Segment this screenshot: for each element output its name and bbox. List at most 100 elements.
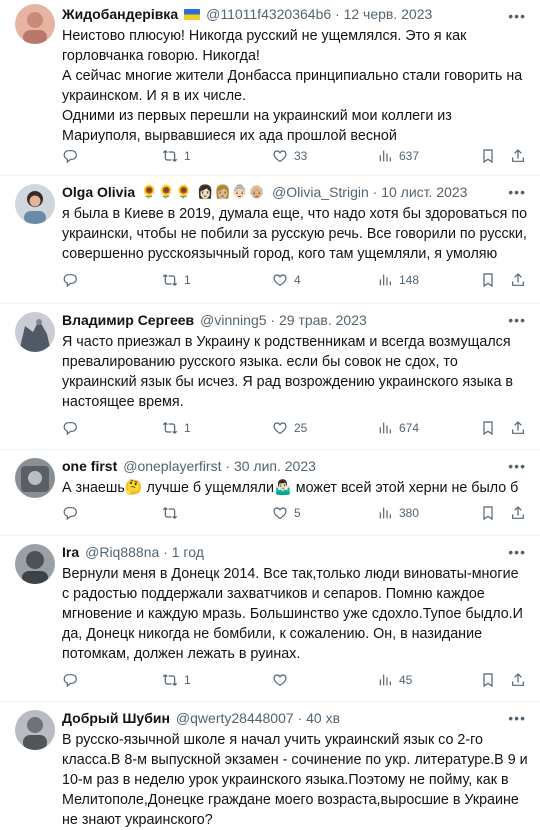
separator-dot: · [221,458,234,474]
share-button[interactable] [510,420,526,436]
views-icon [377,272,393,288]
tweet-text: В русско-язычной школе я начал учить укр… [62,732,528,828]
tweet[interactable]: one first @oneplayerfirst · 30 лип. 2023… [0,450,540,536]
reply-button[interactable] [62,272,84,288]
more-icon[interactable]: ••• [508,458,526,474]
tweet[interactable]: Ira @Riq888na · 1 год Вернули меня в Дон… [0,536,540,702]
like-button[interactable] [272,672,294,688]
views-count: 637 [399,149,420,163]
reply-icon [62,420,78,436]
author-name[interactable]: Olga Olivia [62,184,135,200]
like-button[interactable]: 33 [272,148,307,164]
bookmark-icon [480,272,496,288]
author-handle[interactable]: @11011f4320364b6 [206,6,331,22]
like-button[interactable]: 4 [272,272,301,288]
avatar[interactable] [15,458,55,498]
author-name[interactable]: Ira [62,544,79,560]
views-icon [377,672,393,688]
separator-dot: · [266,312,279,328]
author-name[interactable]: Владимир Сергеев [62,312,194,328]
tweet[interactable]: Добрый Шубин @qwerty28448007 · 40 хв В р… [0,702,540,828]
views-button[interactable]: 380 [377,505,419,521]
share-icon [510,505,526,521]
tweet-header: Olga Olivia 🌻🌻🌻 👩🏻👩🏼👵🏻👴🏼 @Olivia_Strigin… [62,182,528,202]
like-button[interactable]: 5 [272,505,301,521]
tweet-actions: 1 25 674 [62,417,530,439]
bookmark-button[interactable] [480,505,496,521]
bookmark-button[interactable] [480,420,496,436]
tweet-date[interactable]: 30 лип. 2023 [234,458,316,474]
author-name[interactable]: Жидобандерівка [62,6,178,22]
author-name[interactable]: one first [62,458,117,474]
views-count: 148 [399,273,420,287]
retweet-count: 1 [184,673,191,687]
like-count: 33 [294,149,308,163]
author-handle[interactable]: @Olivia_Strigin [272,184,369,200]
views-button[interactable]: 45 [377,672,412,688]
reply-button[interactable] [62,148,84,164]
tweet-header: Ira @Riq888na · 1 год [62,542,528,562]
heart-icon [272,672,288,688]
bookmark-icon [480,672,496,688]
bookmark-button[interactable] [480,272,496,288]
retweet-button[interactable]: 1 [162,148,191,164]
tweet-date[interactable]: 12 черв. 2023 [344,6,433,22]
author-handle[interactable]: @vinning5 [200,312,266,328]
tweet[interactable]: Владимир Сергеев @vinning5 · 29 трав. 20… [0,304,540,450]
views-button[interactable]: 674 [377,420,419,436]
more-icon[interactable]: ••• [508,544,526,560]
bookmark-button[interactable] [480,148,496,164]
bookmark-button[interactable] [480,672,496,688]
author-handle[interactable]: @oneplayerfirst [123,458,221,474]
views-button[interactable]: 148 [377,272,419,288]
author-handle[interactable]: @Riq888na [85,544,159,560]
tweet-date[interactable]: 29 трав. 2023 [279,312,367,328]
heart-icon [272,148,288,164]
more-icon[interactable]: ••• [508,710,526,726]
share-icon [510,148,526,164]
tweet-date[interactable]: 40 хв [306,710,340,726]
retweet-icon [162,505,178,521]
tweet[interactable]: Olga Olivia 🌻🌻🌻 👩🏻👩🏼👵🏻👴🏼 @Olivia_Strigin… [0,176,540,304]
like-count: 5 [294,506,301,520]
avatar[interactable] [15,710,55,750]
share-button[interactable] [510,272,526,288]
retweet-count: 1 [184,273,191,287]
author-name[interactable]: Добрый Шубин [62,710,170,726]
bookmark-icon [480,148,496,164]
tweet-header: Владимир Сергеев @vinning5 · 29 трав. 20… [62,310,528,330]
avatar[interactable] [15,4,55,44]
more-icon[interactable]: ••• [508,8,526,24]
reply-button[interactable] [62,420,84,436]
tweet-date[interactable]: 1 год [172,544,204,560]
avatar[interactable] [15,184,55,224]
separator-dot: · [293,710,307,726]
more-icon[interactable]: ••• [508,312,526,328]
views-button[interactable]: 637 [377,148,419,164]
author-handle[interactable]: @qwerty28448007 [176,710,294,726]
reply-button[interactable] [62,505,84,521]
tweet-text: Вернули меня в Донецк 2014. Все так,толь… [62,566,523,662]
separator-dot: · [331,6,344,22]
retweet-button[interactable]: 1 [162,420,191,436]
like-button[interactable]: 25 [272,420,307,436]
avatar[interactable] [15,312,55,352]
reply-button[interactable] [62,672,84,688]
retweet-button[interactable]: 1 [162,272,191,288]
more-icon[interactable]: ••• [508,184,526,200]
tweet-text: я была в Киеве в 2019, думала еще, что н… [62,206,528,262]
share-button[interactable] [510,505,526,521]
share-button[interactable] [510,148,526,164]
share-button[interactable] [510,672,526,688]
avatar[interactable] [15,544,55,584]
retweet-icon [162,272,178,288]
retweet-button[interactable]: 1 [162,672,191,688]
reply-icon [62,505,78,521]
ukraine-flag-icon [184,8,201,20]
tweet-date[interactable]: 10 лист. 2023 [381,184,467,200]
views-icon [377,420,393,436]
tweet[interactable]: Жидобандерівка @11011f4320364b6 · 12 чер… [0,0,540,176]
retweet-button[interactable] [162,505,184,521]
like-count: 4 [294,273,301,287]
retweet-count: 1 [184,421,191,435]
